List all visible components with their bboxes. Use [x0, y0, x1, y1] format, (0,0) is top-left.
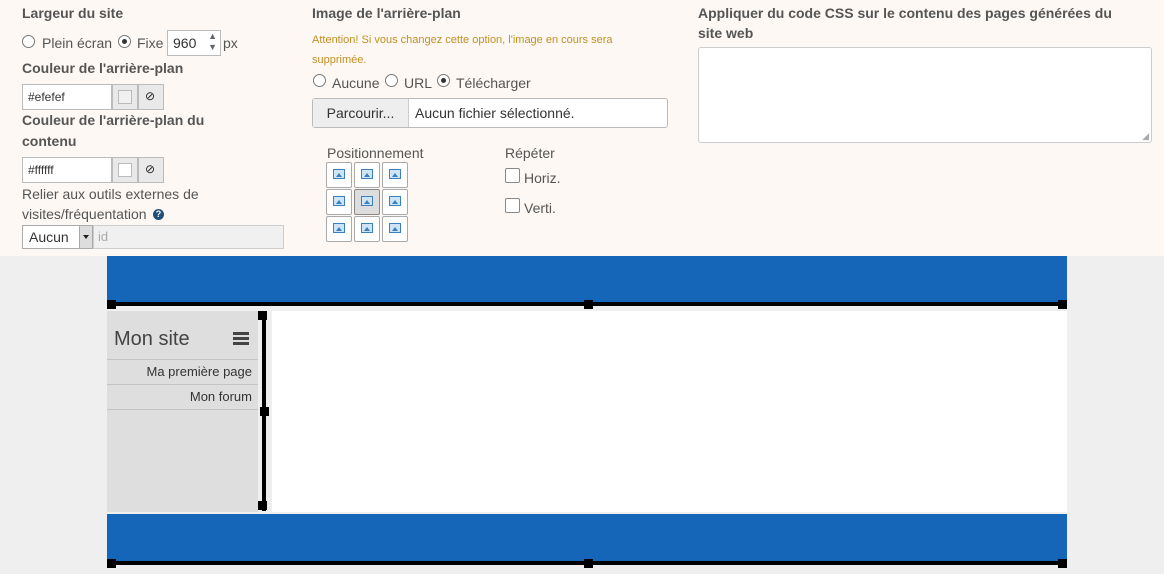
image-icon	[361, 169, 373, 179]
image-icon	[361, 196, 373, 206]
image-icon	[389, 223, 401, 233]
preview-footer[interactable]	[107, 514, 1067, 562]
position-top-left[interactable]	[326, 162, 352, 188]
bg-none-label: Aucune	[332, 75, 380, 91]
image-icon	[333, 223, 345, 233]
resize-handle[interactable]	[258, 311, 267, 320]
resize-handle[interactable]	[107, 300, 116, 309]
menu-divider	[107, 409, 258, 410]
external-tools-label-2: visites/fréquentation	[22, 206, 147, 222]
image-icon	[333, 196, 345, 206]
bg-color-clear-button[interactable]: ⊘	[138, 84, 164, 110]
position-center[interactable]	[354, 189, 380, 215]
bg-url-label: URL	[404, 75, 433, 91]
resize-handle[interactable]	[260, 407, 269, 416]
content-bg-picker-button[interactable]	[112, 157, 138, 183]
image-icon	[361, 223, 373, 233]
resize-handle-icon[interactable]: ◢	[1142, 131, 1149, 142]
tracking-id-input[interactable]: id	[93, 225, 284, 249]
preview-header[interactable]	[107, 256, 1067, 304]
preview-menu-item[interactable]: Ma première page	[107, 359, 258, 384]
position-bottom-right[interactable]	[382, 216, 408, 242]
tracking-tool-value: Aucun	[29, 229, 69, 245]
spinner-icon[interactable]: ▲ ▼	[208, 31, 217, 53]
browse-button[interactable]: Parcourir...	[313, 99, 409, 127]
warning-line-1: Attention! Si vous changez cette option,…	[312, 34, 613, 46]
resize-handle[interactable]	[107, 559, 116, 568]
external-tools-label-1: Relier aux outils externes de	[22, 186, 199, 202]
resize-handle[interactable]	[258, 501, 267, 510]
color-swatch	[118, 163, 132, 177]
hamburger-icon[interactable]	[233, 332, 249, 346]
ban-icon: ⊘	[145, 162, 156, 176]
tracking-tool-select[interactable]: Aucun	[22, 225, 93, 249]
resize-handle[interactable]	[1058, 300, 1067, 309]
css-label-2: site web	[698, 25, 754, 41]
resize-handle[interactable]	[1058, 559, 1067, 568]
content-bg-label-2: contenu	[22, 133, 77, 149]
bg-url-radio[interactable]	[385, 74, 398, 87]
ban-icon: ⊘	[145, 89, 156, 103]
resize-handle[interactable]	[584, 300, 593, 309]
repeat-label: Répéter	[505, 145, 555, 161]
chevron-down-icon	[79, 226, 92, 248]
bg-upload-radio[interactable]	[437, 74, 450, 87]
position-top-right[interactable]	[382, 162, 408, 188]
help-icon[interactable]: ?	[153, 209, 164, 220]
site-width-label: Largeur du site	[22, 5, 124, 21]
position-middle-right[interactable]	[382, 189, 408, 215]
width-unit: px	[223, 35, 238, 51]
position-top-center[interactable]	[354, 162, 380, 188]
repeat-horizontal-checkbox[interactable]	[505, 168, 520, 183]
file-status: Aucun fichier sélectionné.	[415, 105, 575, 121]
content-bg-color-input[interactable]: #ffffff	[22, 157, 112, 183]
bg-color-label: Couleur de l'arrière-plan	[22, 60, 184, 76]
file-input[interactable]: Parcourir... Aucun fichier sélectionné.	[312, 98, 668, 128]
bg-image-label: Image de l'arrière-plan	[312, 5, 461, 21]
repeat-vertical-label: Verti.	[524, 200, 556, 216]
width-input[interactable]: 960 ▲ ▼	[167, 30, 221, 56]
position-bottom-left[interactable]	[326, 216, 352, 242]
content-bg-clear-button[interactable]: ⊘	[138, 157, 164, 183]
image-icon	[389, 196, 401, 206]
css-label-1: Appliquer du code CSS sur le contenu des…	[698, 5, 1112, 21]
bg-image-warning: Attention! Si vous changez cette option,…	[312, 30, 662, 70]
bg-color-input[interactable]: #efefef	[22, 84, 112, 110]
fixed-radio[interactable]	[118, 35, 131, 48]
css-code-textarea[interactable]: ◢	[698, 47, 1152, 143]
preview-menu-item[interactable]: Mon forum	[107, 384, 258, 409]
resize-handle[interactable]	[584, 559, 593, 568]
color-swatch	[118, 90, 132, 104]
fullscreen-label: Plein écran	[42, 35, 113, 51]
bg-color-picker-button[interactable]	[112, 84, 138, 110]
repeat-vertical-checkbox[interactable]	[505, 198, 520, 213]
preview-site-title: Mon site	[114, 328, 190, 350]
warning-line-2: supprimée.	[312, 54, 367, 66]
bg-upload-label: Télécharger	[456, 75, 531, 91]
repeat-horizontal-label: Horiz.	[524, 170, 561, 186]
content-bg-label-1: Couleur de l'arrière-plan du	[22, 112, 205, 128]
position-middle-left[interactable]	[326, 189, 352, 215]
preview-content[interactable]	[272, 311, 1067, 512]
bg-none-radio[interactable]	[313, 74, 326, 87]
fullscreen-radio[interactable]	[22, 35, 35, 48]
image-icon	[389, 169, 401, 179]
width-value: 960	[173, 35, 197, 51]
positioning-label: Positionnement	[327, 145, 424, 161]
image-icon	[333, 169, 345, 179]
fixed-label: Fixe	[137, 35, 164, 51]
position-bottom-center[interactable]	[354, 216, 380, 242]
